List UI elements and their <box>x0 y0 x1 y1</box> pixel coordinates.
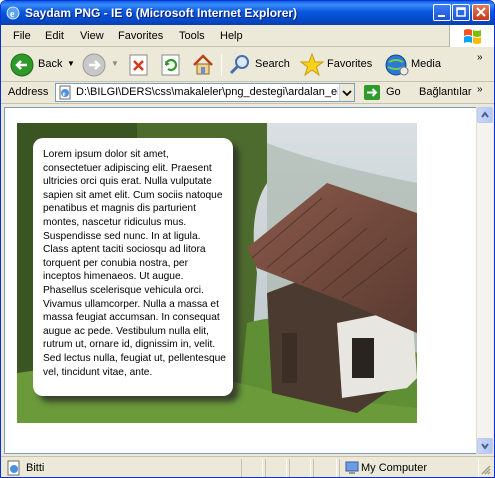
menu-tools[interactable]: Tools <box>179 30 205 42</box>
chevron-down-icon <box>481 443 489 450</box>
search-button-label[interactable]: Search <box>255 58 290 70</box>
toolbar-overflow-chevron[interactable]: » <box>477 52 483 63</box>
text-panel: Lorem ipsum dolor sit amet, consectetuer… <box>33 138 233 396</box>
minimize-button[interactable] <box>433 4 451 21</box>
address-label: Address <box>8 86 49 98</box>
page-done-icon <box>7 460 20 476</box>
back-dropdown-arrow[interactable]: ▼ <box>67 59 75 68</box>
scroll-down-button[interactable] <box>477 438 493 454</box>
media-button-label[interactable]: Media <box>411 58 441 70</box>
window-title: Saydam PNG - IE 6 (Microsoft Internet Ex… <box>25 6 298 20</box>
home-icon[interactable] <box>191 52 215 78</box>
address-input[interactable]: e D:\BILGI\DERS\css\makaleler\png_desteg… <box>55 83 355 102</box>
status-pane <box>265 459 287 477</box>
menu-bar: File Edit View Favorites Tools Help <box>1 25 494 47</box>
maximize-button[interactable] <box>452 4 470 21</box>
menu-edit[interactable]: Edit <box>45 30 64 42</box>
address-dropdown-button[interactable] <box>339 84 354 101</box>
close-button[interactable] <box>472 4 490 21</box>
forward-dropdown-arrow[interactable]: ▼ <box>111 59 119 68</box>
chevron-up-icon <box>481 111 489 118</box>
title-bar[interactable]: e Saydam PNG - IE 6 (Microsoft Internet … <box>1 1 494 25</box>
maximize-icon <box>456 7 466 17</box>
ie-icon: e <box>6 6 20 20</box>
my-computer-icon <box>345 461 359 474</box>
svg-text:e: e <box>63 90 66 98</box>
browser-window: e Saydam PNG - IE 6 (Microsoft Internet … <box>0 0 495 478</box>
back-button-label[interactable]: Back <box>38 58 62 70</box>
go-arrow-icon[interactable] <box>363 84 381 101</box>
menu-view[interactable]: View <box>80 30 104 42</box>
chevron-down-icon <box>342 90 352 97</box>
toolbar-separator <box>221 54 222 76</box>
menu-file[interactable]: File <box>13 30 31 42</box>
svg-text:e: e <box>10 9 15 20</box>
back-arrow-icon[interactable] <box>9 52 35 78</box>
address-bar: Address e D:\BILGI\DERS\css\makaleler\pn… <box>1 82 494 104</box>
status-text: Bitti <box>26 462 45 474</box>
links-label[interactable]: Bağlantılar <box>419 86 472 98</box>
menu-help[interactable]: Help <box>220 30 243 42</box>
security-zone-text: My Computer <box>361 462 428 474</box>
standard-toolbar: Back ▼ ▼ Search Favorites Media » <box>1 48 494 82</box>
close-icon <box>476 7 486 17</box>
refresh-icon[interactable] <box>160 52 182 78</box>
status-pane <box>289 459 311 477</box>
resize-grip-icon[interactable] <box>479 463 491 475</box>
stop-icon[interactable] <box>128 52 150 78</box>
vertical-scrollbar[interactable] <box>476 107 493 454</box>
scroll-up-button[interactable] <box>477 107 493 123</box>
links-overflow-chevron[interactable]: » <box>477 84 483 95</box>
status-bar: Bitti My Computer <box>1 456 494 477</box>
lorem-paragraph: Lorem ipsum dolor sit amet, consectetuer… <box>43 149 226 378</box>
go-button-label[interactable]: Go <box>386 86 401 98</box>
page-icon: e <box>59 85 71 100</box>
menu-favorites[interactable]: Favorites <box>118 30 163 42</box>
page-viewport[interactable]: Lorem ipsum dolor sit amet, consectetuer… <box>4 107 476 454</box>
address-value[interactable]: D:\BILGI\DERS\css\makaleler\png_destegi\… <box>76 86 338 98</box>
favorites-button-label[interactable]: Favorites <box>327 58 372 70</box>
favorites-star-icon[interactable] <box>299 52 325 78</box>
windows-flag-icon <box>464 29 481 44</box>
forward-arrow-icon[interactable] <box>81 52 107 78</box>
minimize-icon <box>438 15 445 17</box>
windows-logo <box>449 25 494 47</box>
search-icon[interactable] <box>227 52 253 78</box>
status-pane <box>313 459 337 477</box>
status-pane <box>241 459 263 477</box>
media-icon[interactable] <box>384 52 410 78</box>
